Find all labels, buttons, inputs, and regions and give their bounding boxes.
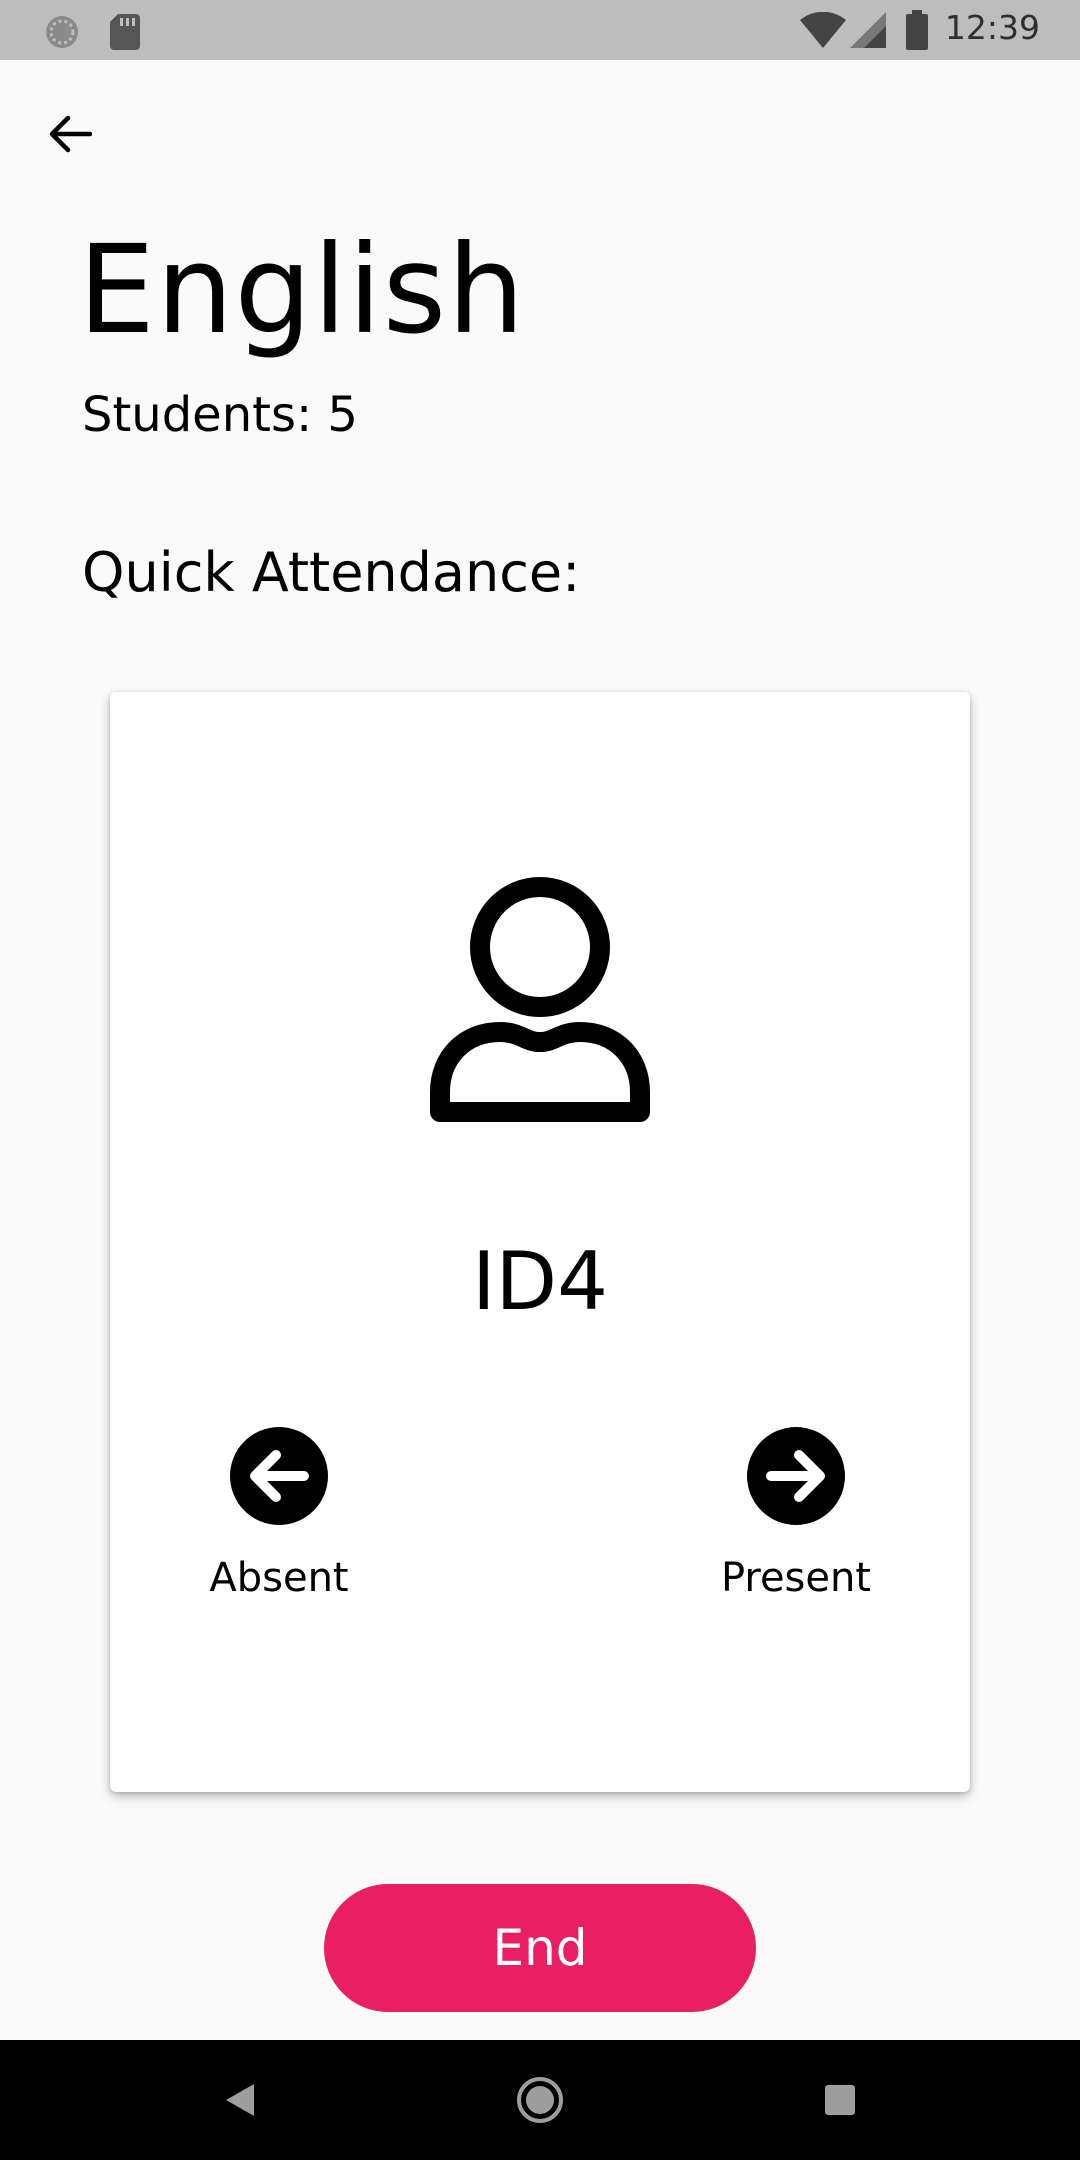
present-button[interactable]: Present <box>696 1427 896 1603</box>
page-title: English <box>78 219 526 361</box>
back-button[interactable] <box>36 100 104 168</box>
nav-back-button[interactable] <box>210 2070 270 2130</box>
arrow-back-icon <box>49 115 92 153</box>
end-button[interactable]: End <box>324 1884 756 2012</box>
sd-card-icon <box>110 14 140 50</box>
back-triangle-icon <box>226 2084 254 2116</box>
section-label: Quick Attendance: <box>82 541 581 604</box>
nav-recents-button[interactable] <box>810 2070 870 2130</box>
arrow-left-circle-icon <box>230 1427 328 1525</box>
recents-square-icon <box>825 2085 855 2115</box>
system-nav-bar <box>0 2040 1080 2160</box>
students-count: Students: 5 <box>82 387 358 443</box>
home-circle-icon <box>517 2077 563 2123</box>
student-id: ID4 <box>471 1235 609 1328</box>
absent-label: Absent <box>209 1555 349 1601</box>
wifi-icon <box>800 12 846 48</box>
status-time: 12:39 <box>944 8 1040 47</box>
battery-icon <box>906 10 928 50</box>
absent-button[interactable]: Absent <box>179 1427 379 1603</box>
status-bar: 12:39 <box>0 0 1080 60</box>
attendance-card[interactable]: ID4 Absent Present <box>110 692 970 1792</box>
present-label: Present <box>720 1555 872 1601</box>
arrow-right-circle-icon <box>747 1427 845 1525</box>
nav-home-button[interactable] <box>510 2070 570 2130</box>
person-icon <box>430 877 650 1122</box>
sync-icon <box>46 16 78 48</box>
signal-icon <box>850 12 886 48</box>
